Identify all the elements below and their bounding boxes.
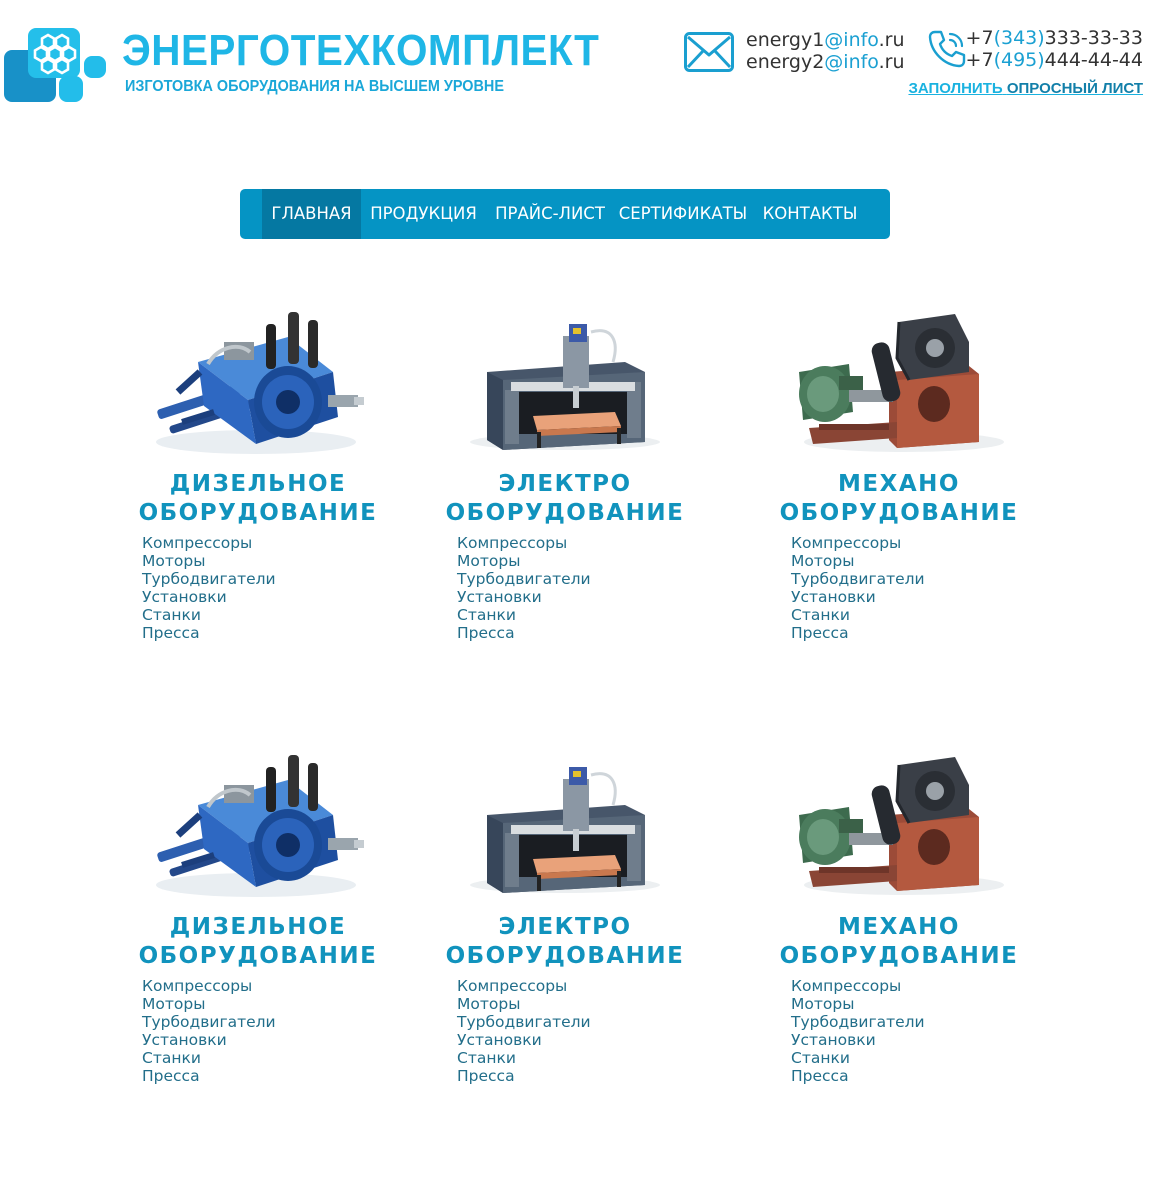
list-item[interactable]: Компрессоры [791, 534, 925, 552]
list-item[interactable]: Пресса [791, 1067, 925, 1085]
product-title[interactable]: ДИЗЕЛЬНОЕ ОБОРУДОВАНИЕ [138, 470, 378, 528]
list-item[interactable]: Пресса [791, 624, 925, 642]
list-item[interactable]: Турбодвигатели [142, 570, 276, 588]
list-item[interactable]: Турбодвигатели [791, 1013, 925, 1031]
product-links: Компрессоры Моторы Турбодвигатели Устано… [457, 977, 591, 1085]
list-item[interactable]: Установки [791, 1031, 925, 1049]
phone-number[interactable]: +7(343)333-33-33 [966, 27, 1143, 49]
phone-number[interactable]: +7(495)444-44-44 [966, 49, 1143, 71]
blue-compressor-image[interactable] [138, 745, 378, 905]
product-title[interactable]: МЕХАНО ОБОРУДОВАНИЕ [779, 913, 1019, 971]
list-item[interactable]: Моторы [791, 995, 925, 1013]
nav-item-contacts[interactable]: КОНТАКТЫ [752, 189, 868, 239]
list-item[interactable]: Пресса [142, 624, 276, 642]
list-item[interactable]: Станки [791, 606, 925, 624]
logo-square [84, 56, 106, 78]
nav-item-price-list[interactable]: ПРАЙС-ЛИСТ [486, 189, 614, 239]
logo-square [59, 76, 83, 102]
cnc-machine-image[interactable] [445, 745, 685, 905]
list-item[interactable]: Пресса [457, 1067, 591, 1085]
email-link[interactable]: energy1@info.ru [746, 29, 905, 51]
motor-gearbox-image[interactable] [779, 745, 1019, 905]
list-item[interactable]: Установки [142, 1031, 276, 1049]
list-item[interactable]: Пресса [142, 1067, 276, 1085]
list-item[interactable]: Установки [457, 1031, 591, 1049]
product-title[interactable]: ДИЗЕЛЬНОЕ ОБОРУДОВАНИЕ [138, 913, 378, 971]
list-item[interactable]: Моторы [457, 995, 591, 1013]
list-item[interactable]: Компрессоры [142, 977, 276, 995]
envelope-icon [684, 32, 734, 72]
email-list: energy1@info.ru energy2@info.ru [746, 29, 905, 73]
motor-gearbox-image[interactable] [779, 302, 1019, 462]
product-title[interactable]: ЭЛЕКТРО ОБОРУДОВАНИЕ [445, 913, 685, 971]
list-item[interactable]: Турбодвигатели [142, 1013, 276, 1031]
list-item[interactable]: Турбодвигатели [457, 570, 591, 588]
list-item[interactable]: Моторы [791, 552, 925, 570]
hexagon-logo-icon [33, 33, 77, 75]
list-item[interactable]: Установки [457, 588, 591, 606]
list-item[interactable]: Компрессоры [142, 534, 276, 552]
product-links: Компрессоры Моторы Турбодвигатели Устано… [142, 977, 276, 1085]
list-item[interactable]: Станки [791, 1049, 925, 1067]
phone-icon [928, 30, 966, 68]
main-nav: ГЛАВНАЯ ПРОДУКЦИЯ ПРАЙС-ЛИСТ СЕРТИФИКАТЫ… [240, 189, 890, 239]
list-item[interactable]: Компрессоры [457, 534, 591, 552]
blue-compressor-image[interactable] [138, 302, 378, 462]
product-links: Компрессоры Моторы Турбодвигатели Устано… [457, 534, 591, 642]
list-item[interactable]: Моторы [142, 552, 276, 570]
product-links: Компрессоры Моторы Турбодвигатели Устано… [791, 534, 925, 642]
survey-link[interactable]: ЗАПОЛНИТЬ ОПРОСНЫЙ ЛИСТ [908, 80, 1143, 97]
list-item[interactable]: Моторы [142, 995, 276, 1013]
logo-mark[interactable] [4, 28, 108, 104]
list-item[interactable]: Станки [457, 606, 591, 624]
brand-name[interactable]: ЭНЕРГОТЕХКОМПЛЕКТ [122, 26, 599, 76]
product-title[interactable]: ЭЛЕКТРО ОБОРУДОВАНИЕ [445, 470, 685, 528]
list-item[interactable]: Установки [142, 588, 276, 606]
list-item[interactable]: Установки [791, 588, 925, 606]
nav-item-products[interactable]: ПРОДУКЦИЯ [361, 189, 486, 239]
product-links: Компрессоры Моторы Турбодвигатели Устано… [791, 977, 925, 1085]
nav-item-home[interactable]: ГЛАВНАЯ [262, 189, 361, 239]
list-item[interactable]: Моторы [457, 552, 591, 570]
list-item[interactable]: Пресса [457, 624, 591, 642]
cnc-machine-image[interactable] [445, 302, 685, 462]
list-item[interactable]: Станки [142, 1049, 276, 1067]
product-links: Компрессоры Моторы Турбодвигатели Устано… [142, 534, 276, 642]
list-item[interactable]: Турбодвигатели [791, 570, 925, 588]
list-item[interactable]: Станки [142, 606, 276, 624]
list-item[interactable]: Станки [457, 1049, 591, 1067]
list-item[interactable]: Компрессоры [791, 977, 925, 995]
list-item[interactable]: Турбодвигатели [457, 1013, 591, 1031]
phone-list: +7(343)333-33-33 +7(495)444-44-44 [966, 27, 1143, 71]
brand-tagline: ИЗГОТОВКА ОБОРУДОВАНИЯ НА ВЫСШЕМ УРОВНЕ [125, 78, 504, 95]
nav-item-certificates[interactable]: СЕРТИФИКАТЫ [614, 189, 752, 239]
email-link[interactable]: energy2@info.ru [746, 51, 905, 73]
list-item[interactable]: Компрессоры [457, 977, 591, 995]
product-title[interactable]: МЕХАНО ОБОРУДОВАНИЕ [779, 470, 1019, 528]
